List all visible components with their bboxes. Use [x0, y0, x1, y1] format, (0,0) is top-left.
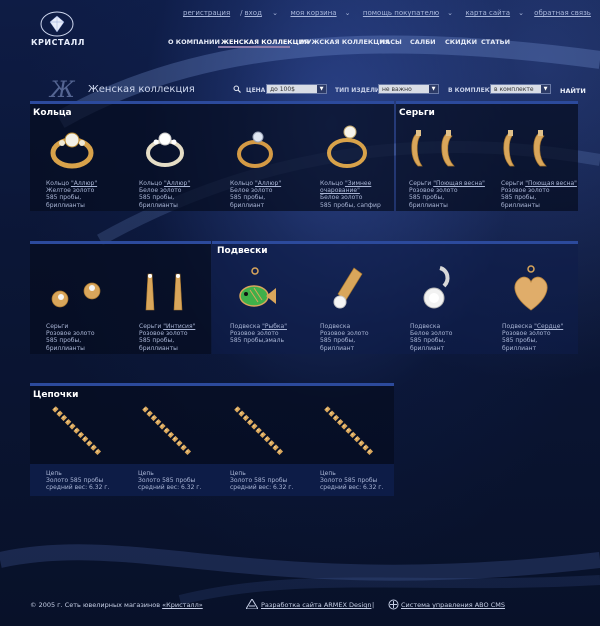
login-link[interactable]: вход — [245, 9, 262, 17]
pendant-image[interactable] — [414, 264, 460, 316]
chain-image[interactable] — [48, 402, 106, 460]
set-select[interactable]: в комплекте ▼ — [490, 84, 551, 94]
ring-image[interactable] — [230, 123, 280, 171]
pendants-title: Подвески — [217, 246, 268, 256]
product-link[interactable]: "Поющая весна" — [433, 180, 485, 187]
chevron-down-icon: ⌄ — [518, 9, 524, 17]
cart-link[interactable]: моя корзина — [290, 9, 336, 17]
pendant-fish-image[interactable] — [232, 266, 278, 316]
pendant-description: Подвеска "Рыбка" Розовое золото 585 проб… — [230, 323, 287, 345]
ring-description: Кольцо "Зимнее очарование" Белое золото … — [320, 180, 381, 209]
product-link[interactable]: "Сердце" — [534, 323, 563, 330]
chevron-down-icon: ⌄ — [344, 9, 351, 17]
earring-description: Серьги "Поющая весна" Розовое золото 585… — [501, 180, 577, 209]
ring-image[interactable] — [140, 123, 190, 171]
rings-panel-bar — [30, 101, 394, 104]
chain-image[interactable] — [320, 402, 378, 460]
feedback-link[interactable]: обратная связь — [534, 9, 591, 17]
chain-description: Цепь Золото 585 пробы средний вес: 6.32 … — [138, 470, 202, 492]
earring-image[interactable] — [500, 128, 558, 172]
nav-men[interactable]: МУЖСКАЯ КОЛЛЕКЦИЯ — [300, 38, 390, 46]
product-link[interactable]: "Аллюр" — [255, 180, 281, 187]
ring-image[interactable] — [320, 120, 374, 170]
product-link[interactable]: очарование" — [320, 187, 360, 194]
nav-about[interactable]: О КОМПАНИИ — [168, 38, 220, 46]
pendant-heart-image[interactable] — [508, 264, 554, 316]
pendant-description: Подвеска Белое золото 585 пробы, бриллиа… — [410, 323, 453, 352]
nav-women[interactable]: ЖЕНСКАЯ КОЛЛЕКЦИЯ — [221, 38, 309, 46]
slash: / — [240, 9, 243, 17]
dropdown-arrow-icon: ▼ — [317, 85, 326, 93]
product-link[interactable]: "Интисия" — [163, 323, 195, 330]
pendants-panel-bar — [212, 241, 578, 244]
set-select-value: в комплекте — [494, 86, 534, 93]
dropdown-arrow-icon: ▼ — [541, 85, 550, 93]
product-link[interactable]: "Аллюр" — [71, 180, 97, 187]
chevron-down-icon: ⌄ — [447, 9, 453, 17]
nav-discounts[interactable]: СКИДКИ — [445, 38, 477, 46]
earring-description: Серьги "Интисия" Розовое золото 585 проб… — [139, 323, 196, 352]
ring-image[interactable] — [46, 123, 98, 171]
pendant-description: Подвеска "Сердце" Розовое золото 585 про… — [502, 323, 564, 352]
earring-image[interactable] — [138, 270, 198, 318]
chain-image[interactable] — [138, 402, 196, 460]
price-label: ЦЕНА — [246, 87, 266, 94]
chains-title: Цепочки — [33, 390, 79, 400]
developer-link[interactable]: Разработка сайта ARMEX Design — [261, 601, 371, 609]
price-select[interactable]: до 100$ ▼ — [266, 84, 327, 94]
rings-title: Кольца — [33, 108, 72, 118]
chains-panel-bar — [30, 383, 394, 386]
chain-description: Цепь Золото 585 пробы средний вес: 6.32 … — [320, 470, 384, 492]
page-title-decoration: Ж — [50, 78, 75, 103]
armex-logo-icon — [246, 599, 258, 609]
abo-cms-icon — [388, 599, 399, 610]
nav-articles[interactable]: СТАТЬИ — [481, 38, 510, 46]
top-links: регистрация / вход ⌄ моя корзина ⌄ помощь п… — [183, 9, 600, 17]
page-title: Женская коллекция — [88, 84, 195, 95]
pendant-description: Подвеска Розовое золото 585 пробы, брилл… — [320, 323, 369, 352]
sitemap-link[interactable]: карта сайта — [465, 9, 510, 17]
chain-image[interactable] — [230, 402, 288, 460]
find-button[interactable]: НАЙТИ — [560, 87, 586, 95]
ring-description: Кольцо "Аллюр" Желтое золото 585 пробы, … — [46, 180, 98, 209]
pendant-image[interactable] — [324, 264, 370, 316]
footer-copyright: © 2005 г. Сеть ювелирных магазинов «Крис… — [30, 601, 203, 609]
logo-brand: КРИСТАЛЛ — [31, 38, 85, 47]
type-select[interactable]: не важно ▼ — [378, 84, 439, 94]
product-link[interactable]: "Зимнее — [345, 180, 371, 187]
earring-description: Серьги Розовое золото 585 пробы, бриллиа… — [46, 323, 95, 352]
earrings-panel-bar — [396, 101, 578, 104]
earring-image[interactable] — [46, 275, 106, 315]
ring-description: Кольцо "Аллюр" Белое золото 585 пробы, б… — [230, 180, 282, 209]
dropdown-arrow-icon: ▼ — [429, 85, 438, 93]
nav-active-underline — [218, 46, 290, 48]
product-link[interactable]: "Поющая весна" — [525, 180, 577, 187]
earrings-title: Серьги — [399, 108, 435, 118]
search-icon — [233, 85, 241, 93]
chain-description: Цепь Золото 585 пробы средний вес: 6.32 … — [46, 470, 110, 492]
earring-description: Серьги "Поющая весна" Розовое золото 585… — [409, 180, 485, 209]
type-select-value: не важно — [382, 86, 412, 93]
price-select-value: до 100$ — [270, 86, 295, 93]
product-link[interactable]: "Аллюр" — [164, 180, 190, 187]
register-link[interactable]: регистрация — [183, 9, 230, 17]
earring-image[interactable] — [408, 128, 466, 172]
nav-watches[interactable]: ЧАСЫ — [380, 38, 402, 46]
nav-salbi[interactable]: САЛБИ — [410, 38, 436, 46]
help-link[interactable]: помощь покупателю — [363, 9, 439, 17]
chevron-down-icon: ⌄ — [272, 9, 279, 17]
product-link[interactable]: "Рыбка" — [262, 323, 287, 330]
ring-description: Кольцо "Аллюр" Белое золото 585 пробы, б… — [139, 180, 191, 209]
cms-link[interactable]: Система управления ABO CMS — [401, 601, 505, 609]
brand-link[interactable]: «Кристалл» — [162, 601, 203, 609]
earrings-panel-2-bar — [30, 241, 211, 244]
footer-divider: | — [372, 601, 375, 609]
chain-description: Цепь Золото 585 пробы средний вес: 6.32 … — [230, 470, 294, 492]
